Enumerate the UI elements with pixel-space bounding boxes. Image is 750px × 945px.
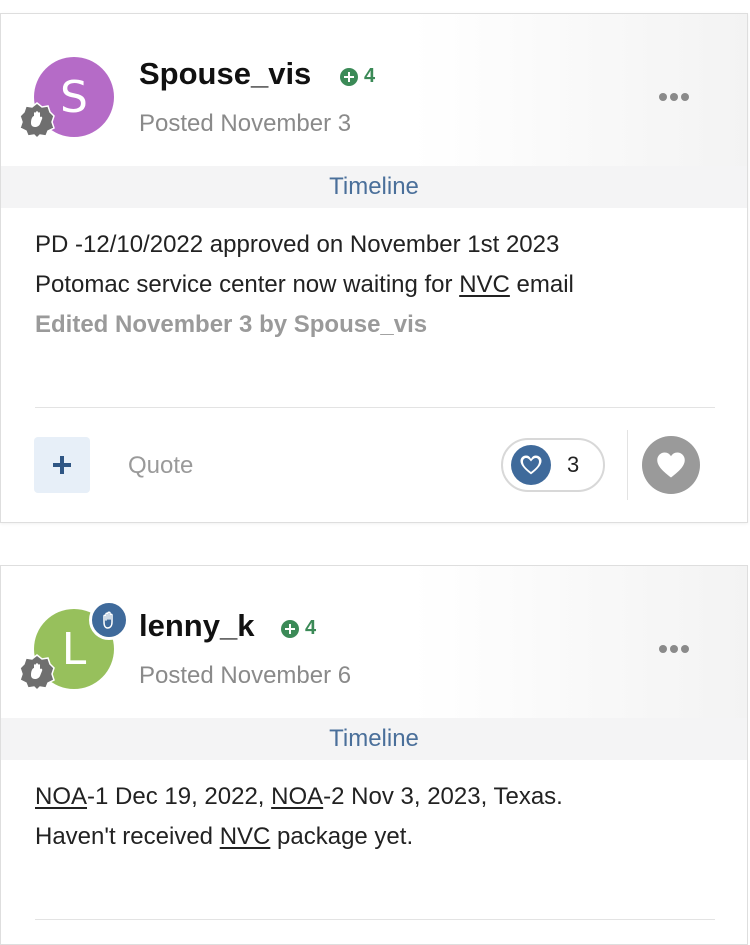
content-line: PD -12/10/2022 approved on November 1st …: [35, 231, 560, 258]
add-to-multiquote-button[interactable]: [34, 437, 90, 493]
divider: [627, 430, 628, 500]
nvc-link[interactable]: NVC: [459, 271, 510, 298]
plus-circle-icon: [281, 619, 299, 638]
post-content: PD -12/10/2022 approved on November 1st …: [35, 225, 717, 345]
more-options-icon[interactable]: [659, 93, 689, 101]
edited-note: Edited November 3 by Spouse_vis: [35, 311, 428, 338]
content-line: Haven't received NVC package yet.: [35, 823, 414, 850]
posted-date[interactable]: Posted November 6: [139, 662, 351, 690]
divider: [35, 919, 715, 920]
post-card: L lenny_k 4 Posted November 6 Timeline N…: [0, 565, 748, 945]
reputation-badge: 4: [281, 617, 316, 640]
post-content: NOA-1 Dec 19, 2022, NOA-2 Nov 3, 2023, T…: [35, 777, 717, 857]
timeline-label: Timeline: [329, 173, 419, 200]
reputation-count: 4: [364, 65, 376, 87]
reputation-count: 4: [305, 617, 317, 639]
timeline-label: Timeline: [329, 725, 419, 752]
content-line: Potomac service center now waiting for N…: [35, 271, 574, 298]
avatar-letter: L: [61, 623, 87, 675]
raised-hand-icon: [89, 600, 129, 640]
react-button[interactable]: [642, 436, 700, 494]
plus-icon: [53, 456, 71, 474]
timeline-toggle[interactable]: Timeline: [1, 166, 747, 208]
rank-badge-icon: [19, 654, 55, 690]
quote-button[interactable]: Quote: [128, 452, 193, 480]
divider: [35, 407, 715, 408]
heart-icon: [657, 452, 685, 478]
reputation-badge: 4: [340, 65, 375, 88]
post-card: S Spouse_vis 4 Posted November 3 Timelin…: [0, 13, 748, 523]
username[interactable]: Spouse_vis: [139, 56, 311, 92]
more-options-icon[interactable]: [659, 645, 689, 653]
nvc-link[interactable]: NVC: [220, 823, 271, 850]
reaction-count-button[interactable]: 3: [501, 438, 605, 492]
rank-badge-icon: [19, 102, 55, 138]
noa-link[interactable]: NOA: [271, 783, 323, 810]
username[interactable]: lenny_k: [139, 608, 254, 644]
avatar-letter: S: [60, 71, 88, 123]
noa-link[interactable]: NOA: [35, 783, 87, 810]
plus-circle-icon: [340, 67, 358, 86]
heart-icon: [511, 445, 551, 485]
content-line: NOA-1 Dec 19, 2022, NOA-2 Nov 3, 2023, T…: [35, 783, 563, 810]
reaction-count: 3: [567, 452, 580, 477]
timeline-toggle[interactable]: Timeline: [1, 718, 747, 760]
posted-date[interactable]: Posted November 3: [139, 110, 351, 138]
